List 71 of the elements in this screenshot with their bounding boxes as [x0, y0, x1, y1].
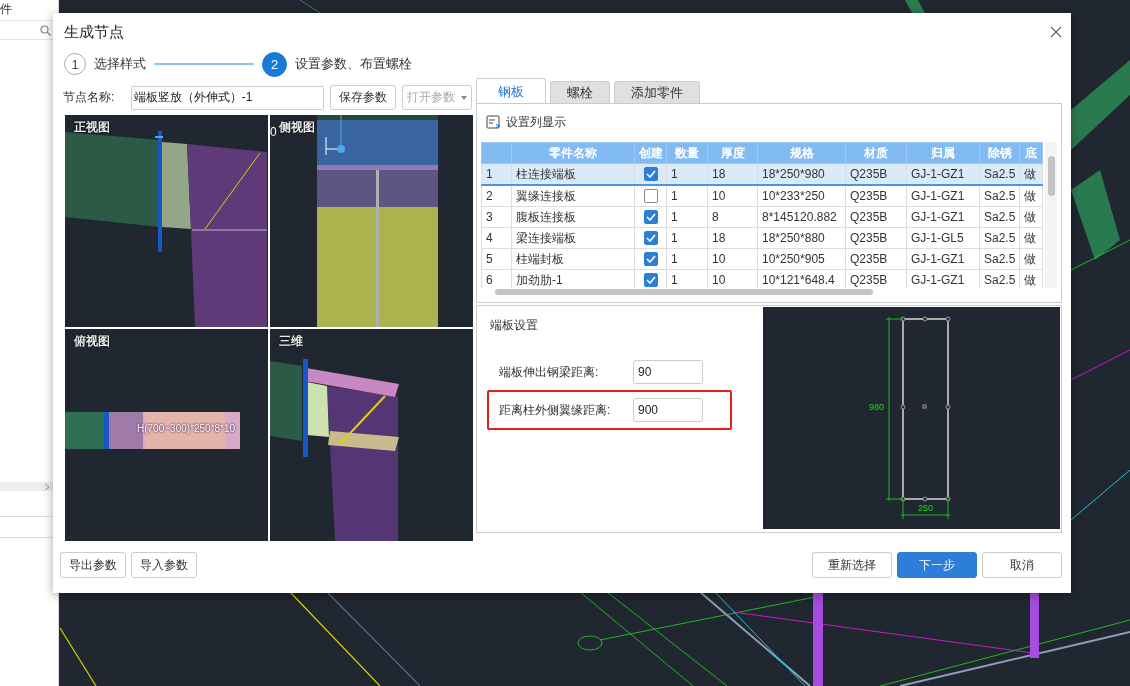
table-cell: 10*250*905: [757, 248, 846, 270]
table-cell: GJ-1-GZ1: [906, 206, 980, 228]
dimension-label: 0: [270, 125, 277, 139]
step-label: 设置参数、布置螺栓: [295, 55, 412, 73]
view-label: 俯视图: [74, 333, 110, 350]
table-cell: 2: [481, 185, 512, 207]
table-cell: 1: [666, 227, 708, 249]
column-settings-link[interactable]: 设置列显示: [506, 113, 566, 131]
footer-button[interactable]: 取消: [982, 552, 1062, 578]
table-cell: 10: [707, 248, 758, 270]
table-cell: 8*145120.882: [757, 206, 846, 228]
table-cell: 柱端封板: [511, 248, 635, 270]
dimension-label: 250: [918, 503, 934, 513]
view-label: 正视图: [74, 119, 110, 136]
table-cell: 腹板连接板: [511, 206, 635, 228]
table-cell: GJ-1-GZ1: [906, 185, 980, 207]
tab[interactable]: 钢板: [476, 78, 546, 104]
table-cell: 做: [1019, 185, 1043, 207]
table-cell: GJ-1-GZ1: [906, 248, 980, 270]
table-cell: Q235B: [845, 227, 907, 249]
table-cell: Sa2.5: [979, 227, 1020, 249]
table-cell: 3: [481, 206, 512, 228]
table-cell: 翼缘连接板: [511, 185, 635, 207]
dimension-label: 980: [869, 402, 885, 412]
tab[interactable]: 螺栓: [550, 81, 610, 103]
table-cell: 18*250*880: [757, 227, 846, 249]
table-cell: Sa2.5: [979, 248, 1020, 270]
step-label: 选择样式: [94, 55, 146, 73]
table-cell: 1: [666, 248, 708, 270]
table-cell: Sa2.5: [979, 206, 1020, 228]
tab[interactable]: 添加零件: [614, 81, 700, 103]
input-field[interactable]: 900: [633, 398, 703, 422]
table-cell: 4: [481, 227, 512, 249]
view-label: 三维: [279, 333, 303, 350]
table-row[interactable]: 5 柱端封板 1 10 10*250*905 Q235B GJ-1-GZ1 Sa2.5 做: [481, 248, 1043, 270]
table-cell: 1: [481, 163, 512, 185]
table-cell: 10: [707, 185, 758, 207]
table-cell: 10*233*250: [757, 185, 846, 207]
table-cell: 5: [481, 248, 512, 270]
field-label: 节点名称:: [62, 89, 116, 106]
footer-button[interactable]: 导入参数: [131, 552, 197, 578]
table-cell: Q235B: [845, 185, 907, 207]
table-cell: 做: [1019, 206, 1043, 228]
table-cell: 1: [666, 206, 708, 228]
table-cell: Q235B: [845, 206, 907, 228]
footer-button[interactable]: 下一步: [897, 552, 977, 578]
footer-button[interactable]: 导出参数: [60, 552, 126, 578]
table-cell: Sa2.5: [979, 185, 1020, 207]
table-cell: 18: [707, 227, 758, 249]
step-number: 2: [262, 51, 287, 77]
dialog-title: 生成节点: [64, 22, 124, 42]
table-row[interactable]: 2 翼缘连接板 1 10 10*233*250 Q235B GJ-1-GZ1 Sa2.5 做: [481, 185, 1043, 207]
table-cell: 做: [1019, 248, 1043, 270]
table-cell: 梁连接端板: [511, 227, 635, 249]
footer-button[interactable]: 重新选择: [812, 552, 892, 578]
table-row[interactable]: 4 梁连接端板 1 18 18*250*880 Q235B GJ-1-GL5 Sa2.5 做: [481, 227, 1043, 249]
table-row[interactable]: 3 腹板连接板 1 8 8*145120.882 Q235B GJ-1-GZ1 Sa2.5 做: [481, 206, 1043, 228]
table-cell: GJ-1-GL5: [906, 227, 980, 249]
section-title: 端板设置: [490, 317, 539, 334]
view-label: 侧视图: [279, 119, 315, 136]
table-cell: 做: [1019, 227, 1043, 249]
field-label: 距离柱外侧翼缘距离:: [499, 401, 612, 419]
table-cell: 1: [666, 185, 708, 207]
field-label: 端板伸出钢梁距离:: [499, 363, 600, 381]
table-cell: Q235B: [845, 248, 907, 270]
name-field[interactable]: 端板竖放（外伸式）-1: [130, 85, 324, 110]
input-field[interactable]: 90: [633, 360, 703, 384]
table-cell: 8: [707, 206, 758, 228]
save-button[interactable]: 保存参数: [330, 85, 396, 110]
panel-title: 件: [0, 1, 13, 18]
table-row[interactable]: 1 柱连接端板 1 18 18*250*980 Q235B GJ-1-GZ1 Sa2.5 做: [481, 163, 1043, 185]
